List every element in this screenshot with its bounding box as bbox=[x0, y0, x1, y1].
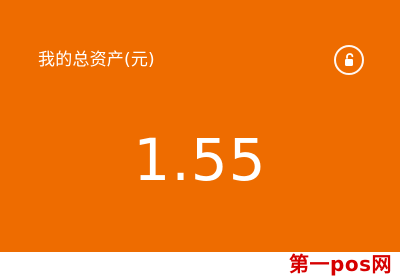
unlock-icon bbox=[345, 53, 354, 66]
total-assets-value: 1.55 bbox=[133, 126, 267, 194]
privacy-toggle-button[interactable] bbox=[334, 45, 364, 75]
watermark-text: 第一pos网 bbox=[289, 252, 392, 276]
total-assets-card: 我的总资产(元) 1.55 bbox=[0, 0, 400, 252]
app-screen: 我的总资产(元) 1.55 第一pos网 bbox=[0, 0, 400, 280]
total-assets-title: 我的总资产(元) bbox=[38, 50, 155, 70]
